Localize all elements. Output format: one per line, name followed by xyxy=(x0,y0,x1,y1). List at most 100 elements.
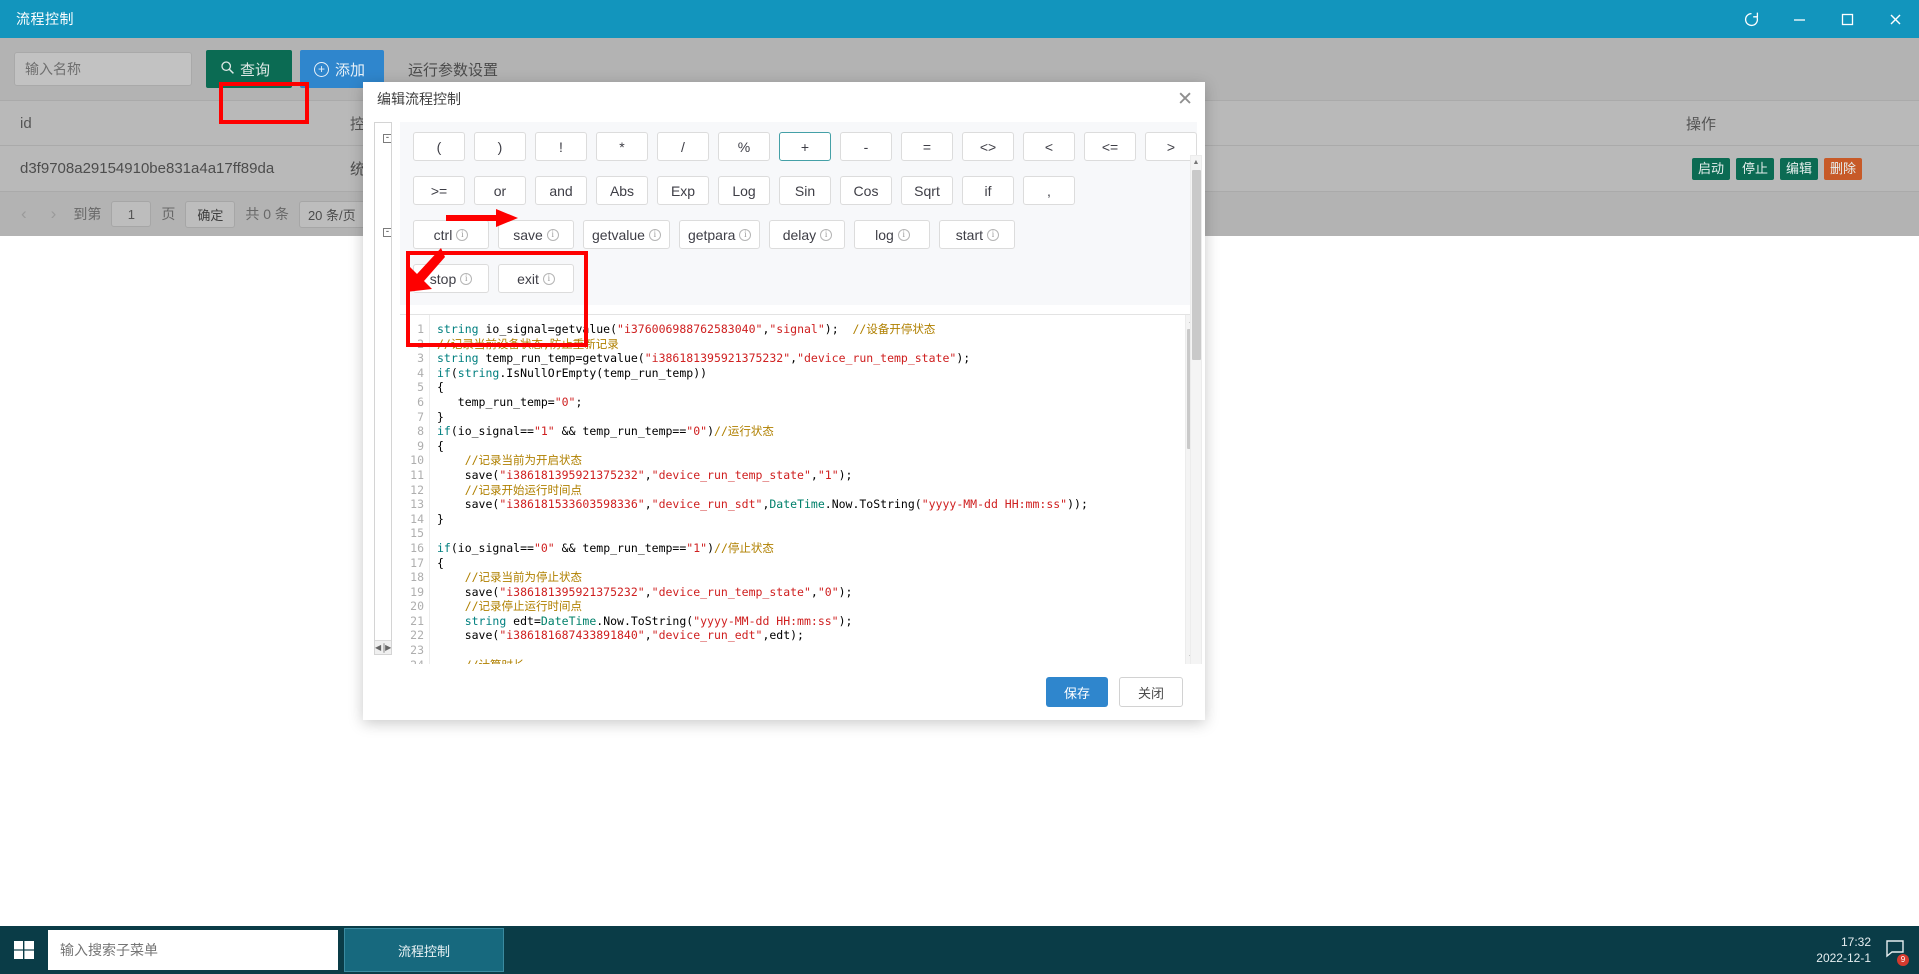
operator-key-getpara[interactable]: getpara i xyxy=(678,220,761,249)
operator-key-[interactable]: , xyxy=(1023,176,1075,205)
tree-toggle-icon[interactable]: - xyxy=(383,134,391,144)
clock[interactable]: 17:32 2022-12-1 xyxy=(1816,934,1871,966)
tree-node[interactable]: 主机风机_运行开始时间(无公 xyxy=(381,304,391,320)
operator-key-ctrl[interactable]: ctrl i xyxy=(413,220,489,249)
tree-node[interactable]: -主井风机 xyxy=(381,257,391,273)
pagination-confirm-button[interactable]: 确定 xyxy=(185,200,236,228)
operator-key-label: Cos xyxy=(853,182,879,199)
operator-key-[interactable]: >= xyxy=(413,176,465,205)
operator-key-[interactable]: ! xyxy=(535,132,587,161)
tree-node[interactable]: 主井风机_停止运行时间(无公 xyxy=(381,272,391,288)
line-number: 5 xyxy=(417,380,424,395)
operator-key-and[interactable]: and xyxy=(535,176,587,205)
operator-key-[interactable]: <= xyxy=(1084,132,1136,161)
tree-node[interactable]: 流量 xyxy=(381,194,391,210)
tree-node[interactable]: -虚拟设备 xyxy=(381,241,391,257)
info-icon[interactable]: i xyxy=(648,228,661,241)
info-icon[interactable]: i xyxy=(987,228,1000,241)
code-area[interactable]: 1234567891011121314151617181920212223242… xyxy=(400,315,1185,664)
operator-key-[interactable]: ) xyxy=(474,132,526,161)
operator-key-[interactable]: + xyxy=(779,132,831,161)
taskbar-search-input[interactable] xyxy=(48,930,338,970)
tree-scroll-right-icon[interactable]: ▶ xyxy=(385,641,391,655)
maximize-button[interactable] xyxy=(1823,0,1871,38)
operator-key-start[interactable]: start i xyxy=(939,220,1016,249)
tree-horizontal-scrollbar[interactable]: ◀ ▶ xyxy=(375,640,391,654)
operator-key-[interactable]: / xyxy=(657,132,709,161)
line-number: 22 xyxy=(410,628,424,643)
tree-node[interactable]: -物理点 xyxy=(381,131,391,147)
notification-icon[interactable]: 9 xyxy=(1885,938,1909,966)
close-button[interactable] xyxy=(1871,0,1919,38)
minimize-button[interactable] xyxy=(1775,0,1823,38)
operator-key-Sqrt[interactable]: Sqrt xyxy=(901,176,953,205)
close-icon[interactable]: ✕ xyxy=(1177,90,1193,109)
info-icon[interactable]: i xyxy=(456,228,469,241)
operator-key-[interactable]: = xyxy=(901,132,953,161)
info-icon[interactable]: i xyxy=(460,272,473,285)
operator-key-delay[interactable]: delay i xyxy=(769,220,846,249)
pagination-next-button[interactable]: › xyxy=(44,204,64,224)
cell-id: d3f9708a29154910be831a4a17ff89da xyxy=(20,160,275,177)
tree-node[interactable]: -主井风机 xyxy=(381,162,391,178)
search-input[interactable] xyxy=(14,52,192,86)
operator-key-[interactable]: - xyxy=(840,132,892,161)
operator-key-save[interactable]: save i xyxy=(498,220,574,249)
windows-start-icon[interactable] xyxy=(0,926,48,974)
code-content[interactable]: string io_signal=getvalue("i376006988762… xyxy=(430,315,1185,664)
info-icon[interactable]: i xyxy=(820,228,833,241)
save-button[interactable]: 保存 xyxy=(1045,677,1108,707)
code-line: { xyxy=(437,380,444,395)
dialog-scroll-up-icon[interactable]: ▲ xyxy=(1190,156,1202,169)
taskbar: 流程控制 17:32 2022-12-1 9 xyxy=(0,926,1919,974)
operator-key-label: Sin xyxy=(794,182,816,199)
tree-node[interactable]: 开停信号 xyxy=(381,209,391,225)
operator-key-getvalue[interactable]: getvalue i xyxy=(583,220,670,249)
tree-toggle-icon[interactable]: - xyxy=(383,228,391,238)
dialog-vertical-scrollbar[interactable]: ▲ ▼ xyxy=(1190,155,1202,664)
tree-node[interactable]: -主井风机 xyxy=(381,335,391,351)
cancel-button[interactable]: 关闭 xyxy=(1118,677,1183,707)
operator-key-Exp[interactable]: Exp xyxy=(657,176,709,205)
info-icon[interactable]: i xyxy=(739,228,752,241)
operator-key-log[interactable]: log i xyxy=(854,220,931,249)
operator-key-[interactable]: * xyxy=(596,132,648,161)
row-edit-button[interactable]: 编辑 xyxy=(1780,157,1819,180)
tree-node[interactable]: -虚拟设备 xyxy=(381,147,391,163)
operator-key-[interactable]: <> xyxy=(962,132,1014,161)
operator-key-[interactable]: ( xyxy=(413,132,465,161)
operator-key-Cos[interactable]: Cos xyxy=(840,176,892,205)
line-number: 15 xyxy=(410,526,424,541)
row-start-button[interactable]: 启动 xyxy=(1692,157,1731,180)
pagination-page-input[interactable] xyxy=(111,201,152,227)
tree-node[interactable]: 主进风机_运行时长(分钟)(无 xyxy=(381,288,391,304)
info-icon[interactable]: i xyxy=(542,272,555,285)
refresh-icon[interactable] xyxy=(1727,0,1775,38)
pagination-prev-button[interactable]: ‹ xyxy=(14,204,34,224)
line-number: 16 xyxy=(410,540,424,555)
operator-key-[interactable]: % xyxy=(718,132,770,161)
query-button[interactable]: 查询 xyxy=(206,50,292,88)
tree-node[interactable]: -主井风机 xyxy=(381,178,391,194)
tree-node[interactable]: -虚拟点 xyxy=(381,225,391,241)
tree-scroll-left-icon[interactable]: ◀ xyxy=(375,641,381,655)
row-stop-button[interactable]: 停止 xyxy=(1736,157,1775,180)
code-line: { xyxy=(437,438,444,453)
line-number: 9 xyxy=(417,438,424,453)
info-icon[interactable]: i xyxy=(546,228,559,241)
tree-node[interactable]: 主机风机_临时运行状态(无公 xyxy=(381,319,391,335)
operator-key-[interactable]: < xyxy=(1023,132,1075,161)
row-delete-button[interactable]: 删除 xyxy=(1824,157,1863,180)
info-icon[interactable]: i xyxy=(897,228,910,241)
operator-key-exit[interactable]: exit i xyxy=(498,264,574,293)
operator-key-stop[interactable]: stop i xyxy=(413,264,489,293)
operator-key-or[interactable]: or xyxy=(474,176,526,205)
operator-key-Sin[interactable]: Sin xyxy=(779,176,831,205)
operator-key-if[interactable]: if xyxy=(962,176,1014,205)
dialog-scrollbar-thumb[interactable] xyxy=(1191,170,1201,360)
operator-key-Abs[interactable]: Abs xyxy=(596,176,648,205)
clock-date: 2022-12-1 xyxy=(1816,951,1871,965)
operator-key-Log[interactable]: Log xyxy=(718,176,770,205)
taskbar-item-flow-control[interactable]: 流程控制 xyxy=(344,928,504,972)
